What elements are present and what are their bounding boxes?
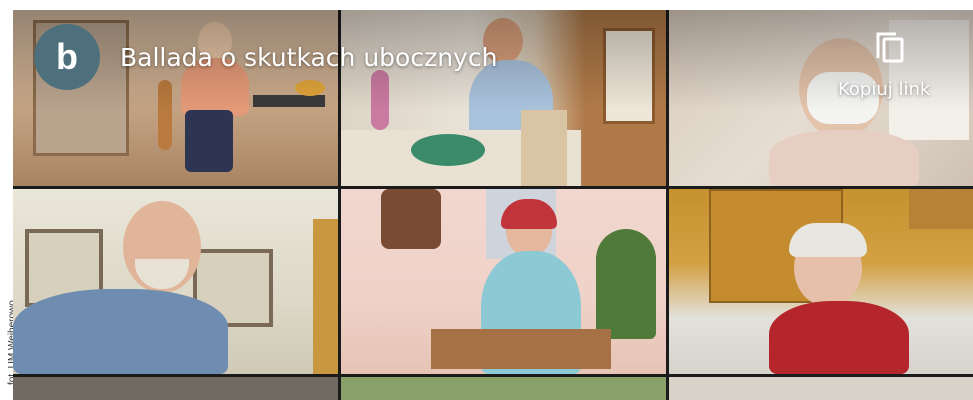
photo-credit-strip: fot. UM Wejherowo <box>0 0 18 400</box>
participant-tile <box>341 189 666 374</box>
wall-clock <box>381 189 441 249</box>
participant-body <box>769 130 919 186</box>
white-hair <box>789 223 867 257</box>
cabinet <box>431 329 611 369</box>
plate <box>411 134 485 166</box>
plant <box>596 229 656 339</box>
chair <box>521 110 567 186</box>
cabinet <box>313 219 338 374</box>
participant-tile <box>13 377 338 400</box>
channel-initial: b <box>56 36 78 77</box>
shelf <box>909 189 973 229</box>
copy-icon[interactable] <box>872 28 908 64</box>
participant-body <box>13 289 228 374</box>
participant-tile <box>341 377 666 400</box>
video-title[interactable]: Ballada o skutkach ubocznych <box>120 43 497 72</box>
participant-tile <box>669 189 973 374</box>
participant-body <box>769 301 909 374</box>
participant-legs <box>185 110 233 172</box>
copy-link-button[interactable]: Kopiuj link <box>838 79 930 100</box>
participant-tile <box>669 377 973 400</box>
participant-tile <box>13 189 338 374</box>
channel-avatar[interactable]: b <box>34 24 100 90</box>
